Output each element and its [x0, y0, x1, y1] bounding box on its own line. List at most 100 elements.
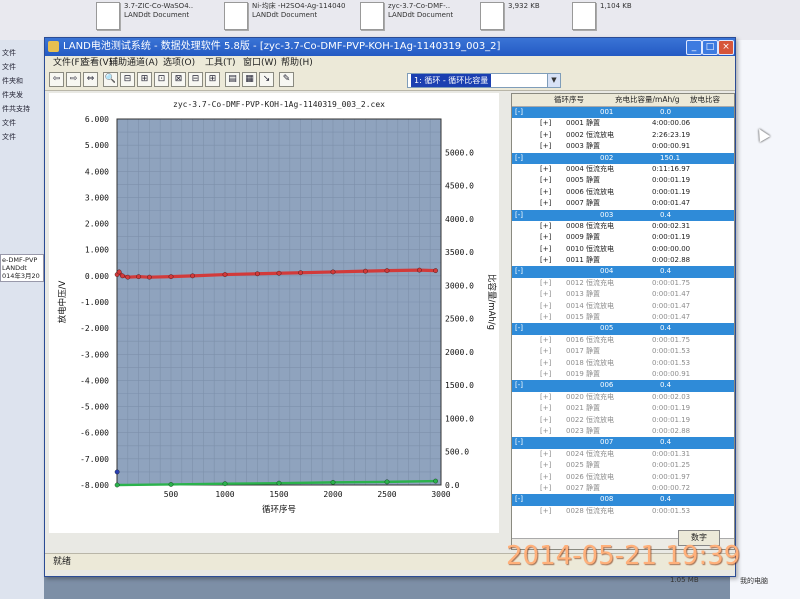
step-row[interactable]: [+] 0015 静置 0:00:01.47: [512, 312, 734, 323]
expand-icon[interactable]: [+]: [540, 232, 551, 243]
minimize-button[interactable]: _: [686, 40, 702, 55]
desktop-file[interactable]: Ni-均床 -H2SO4-Ag-114040 LANDdt Document: [224, 2, 374, 32]
expand-icon[interactable]: [+]: [540, 369, 551, 380]
desktop-file[interactable]: 1,104 KB: [572, 2, 722, 32]
view-select[interactable]: 1: 循环 - 循环比容量 ▼: [407, 73, 561, 88]
expand-icon[interactable]: [+]: [540, 449, 551, 460]
toolbar-button[interactable]: ⊡: [154, 72, 169, 87]
step-row[interactable]: [+] 0018 恒流放电 0:00:01.53: [512, 358, 734, 369]
menu-item[interactable]: 文件(F): [53, 56, 83, 70]
expand-icon[interactable]: [+]: [540, 130, 551, 141]
step-row[interactable]: [+] 0016 恒流充电 0:00:01.75: [512, 335, 734, 346]
cycle-group-row[interactable]: [-] 001 0.0: [512, 107, 734, 119]
collapse-icon[interactable]: [-]: [515, 210, 523, 221]
toolbar-button[interactable]: ⇔: [83, 72, 98, 87]
expand-icon[interactable]: [+]: [540, 335, 551, 346]
step-row[interactable]: [+] 0013 静置 0:00:01.47: [512, 289, 734, 300]
chevron-down-icon[interactable]: ▼: [547, 74, 560, 87]
toolbar-button[interactable]: ⊟: [120, 72, 135, 87]
maximize-button[interactable]: □: [702, 40, 718, 55]
toolbar-button[interactable]: ⊠: [171, 72, 186, 87]
expand-icon[interactable]: [+]: [540, 483, 551, 494]
expand-icon[interactable]: [+]: [540, 118, 551, 129]
expand-icon[interactable]: [+]: [540, 187, 551, 198]
expand-icon[interactable]: [+]: [540, 506, 551, 517]
step-row[interactable]: [+] 0014 恒流放电 0:00:01.47: [512, 301, 734, 312]
expand-icon[interactable]: [+]: [540, 301, 551, 312]
step-row[interactable]: [+] 0011 静置 0:00:02.88: [512, 255, 734, 266]
step-row[interactable]: [+] 0001 静置 4:00:00.06: [512, 118, 734, 129]
cycle-group-row[interactable]: [-] 004 0.4: [512, 266, 734, 278]
expand-icon[interactable]: [+]: [540, 198, 551, 209]
expand-icon[interactable]: [+]: [540, 278, 551, 289]
expand-icon[interactable]: [+]: [540, 403, 551, 414]
menu-item[interactable]: 窗口(W): [243, 56, 277, 70]
cycle-group-row[interactable]: [-] 006 0.4: [512, 380, 734, 392]
desktop-left-item[interactable]: 文件: [2, 132, 16, 142]
expand-icon[interactable]: [+]: [540, 392, 551, 403]
expand-icon[interactable]: [+]: [540, 358, 551, 369]
step-row[interactable]: [+] 0005 静置 0:00:01.19: [512, 175, 734, 186]
cycle-group-row[interactable]: [-] 008 0.4: [512, 494, 734, 506]
collapse-icon[interactable]: [-]: [515, 323, 523, 334]
step-row[interactable]: [+] 0020 恒流充电 0:00:02.03: [512, 392, 734, 403]
toolbar-button[interactable]: ⇦: [49, 72, 64, 87]
expand-icon[interactable]: [+]: [540, 164, 551, 175]
expand-icon[interactable]: [+]: [540, 255, 551, 266]
toolbar-button[interactable]: ↘: [259, 72, 274, 87]
menu-item[interactable]: 工具(T): [205, 56, 236, 70]
title-bar[interactable]: LAND电池测试系统 - 数据处理软件 5.8版 - [zyc-3.7-Co-D…: [45, 38, 735, 56]
desktop-left-item[interactable]: 文件: [2, 62, 16, 72]
menu-item[interactable]: 帮助(H): [281, 56, 313, 70]
desktop-left-item[interactable]: 件夹发: [2, 90, 23, 100]
collapse-icon[interactable]: [-]: [515, 266, 523, 277]
cycle-group-row[interactable]: [-] 007 0.4: [512, 437, 734, 449]
step-row[interactable]: [+] 0022 恒流放电 0:00:01.19: [512, 415, 734, 426]
toolbar-button[interactable]: 🔍: [103, 72, 118, 87]
step-row[interactable]: [+] 0002 恒流放电 2:26:23.19: [512, 130, 734, 141]
expand-icon[interactable]: [+]: [540, 426, 551, 437]
toolbar-button[interactable]: ⇨: [66, 72, 81, 87]
step-row[interactable]: [+] 0024 恒流充电 0:00:01.31: [512, 449, 734, 460]
expand-icon[interactable]: [+]: [540, 415, 551, 426]
menu-item[interactable]: 选项(O): [163, 56, 195, 70]
step-row[interactable]: [+] 0003 静置 0:00:00.91: [512, 141, 734, 152]
chart-area[interactable]: zyc-3.7-Co-DMF-PVP-KOH-1Ag-1140319_003_2…: [49, 93, 499, 533]
expand-icon[interactable]: [+]: [540, 346, 551, 357]
step-row[interactable]: [+] 0021 静置 0:00:01.19: [512, 403, 734, 414]
collapse-icon[interactable]: [-]: [515, 107, 523, 118]
expand-icon[interactable]: [+]: [540, 289, 551, 300]
toolbar-button[interactable]: ✎: [279, 72, 294, 87]
desktop-left-item[interactable]: 件夹和: [2, 76, 23, 86]
toolbar-button[interactable]: ▦: [242, 72, 257, 87]
step-row[interactable]: [+] 0023 静置 0:00:02.88: [512, 426, 734, 437]
expand-icon[interactable]: [+]: [540, 312, 551, 323]
collapse-icon[interactable]: [-]: [515, 494, 523, 505]
collapse-icon[interactable]: [-]: [515, 380, 523, 391]
close-button[interactable]: ×: [718, 40, 734, 55]
step-row[interactable]: [+] 0012 恒流充电 0:00:01.75: [512, 278, 734, 289]
toolbar-button[interactable]: ⊟: [188, 72, 203, 87]
desktop-left-item[interactable]: 文件: [2, 48, 16, 58]
desktop-left-item[interactable]: 文件: [2, 118, 16, 128]
step-row[interactable]: [+] 0008 恒流充电 0:00:02.31: [512, 221, 734, 232]
step-row[interactable]: [+] 0010 恒流放电 0:00:00.00: [512, 244, 734, 255]
menu-item[interactable]: 辅助通道(A): [109, 56, 158, 70]
expand-icon[interactable]: [+]: [540, 141, 551, 152]
expand-icon[interactable]: [+]: [540, 244, 551, 255]
step-row[interactable]: [+] 0009 静置 0:00:01.19: [512, 232, 734, 243]
step-row[interactable]: [+] 0026 恒流放电 0:00:01.97: [512, 472, 734, 483]
menu-item[interactable]: 查看(V): [81, 56, 112, 70]
desktop-left-item[interactable]: 件共支持: [2, 104, 30, 114]
toolbar-button[interactable]: ⊞: [137, 72, 152, 87]
collapse-icon[interactable]: [-]: [515, 437, 523, 448]
expand-icon[interactable]: [+]: [540, 472, 551, 483]
step-row[interactable]: [+] 0006 恒流放电 0:00:01.19: [512, 187, 734, 198]
step-row[interactable]: [+] 0025 静置 0:00:01.25: [512, 460, 734, 471]
cycle-group-row[interactable]: [-] 005 0.4: [512, 323, 734, 335]
toolbar-button[interactable]: ⊞: [205, 72, 220, 87]
step-row[interactable]: [+] 0019 静置 0:00:00.91: [512, 369, 734, 380]
step-row[interactable]: [+] 0027 静置 0:00:00.72: [512, 483, 734, 494]
cycle-group-row[interactable]: [-] 002 150.1: [512, 152, 734, 164]
step-row[interactable]: [+] 0004 恒流充电 0:11:16.97: [512, 164, 734, 175]
